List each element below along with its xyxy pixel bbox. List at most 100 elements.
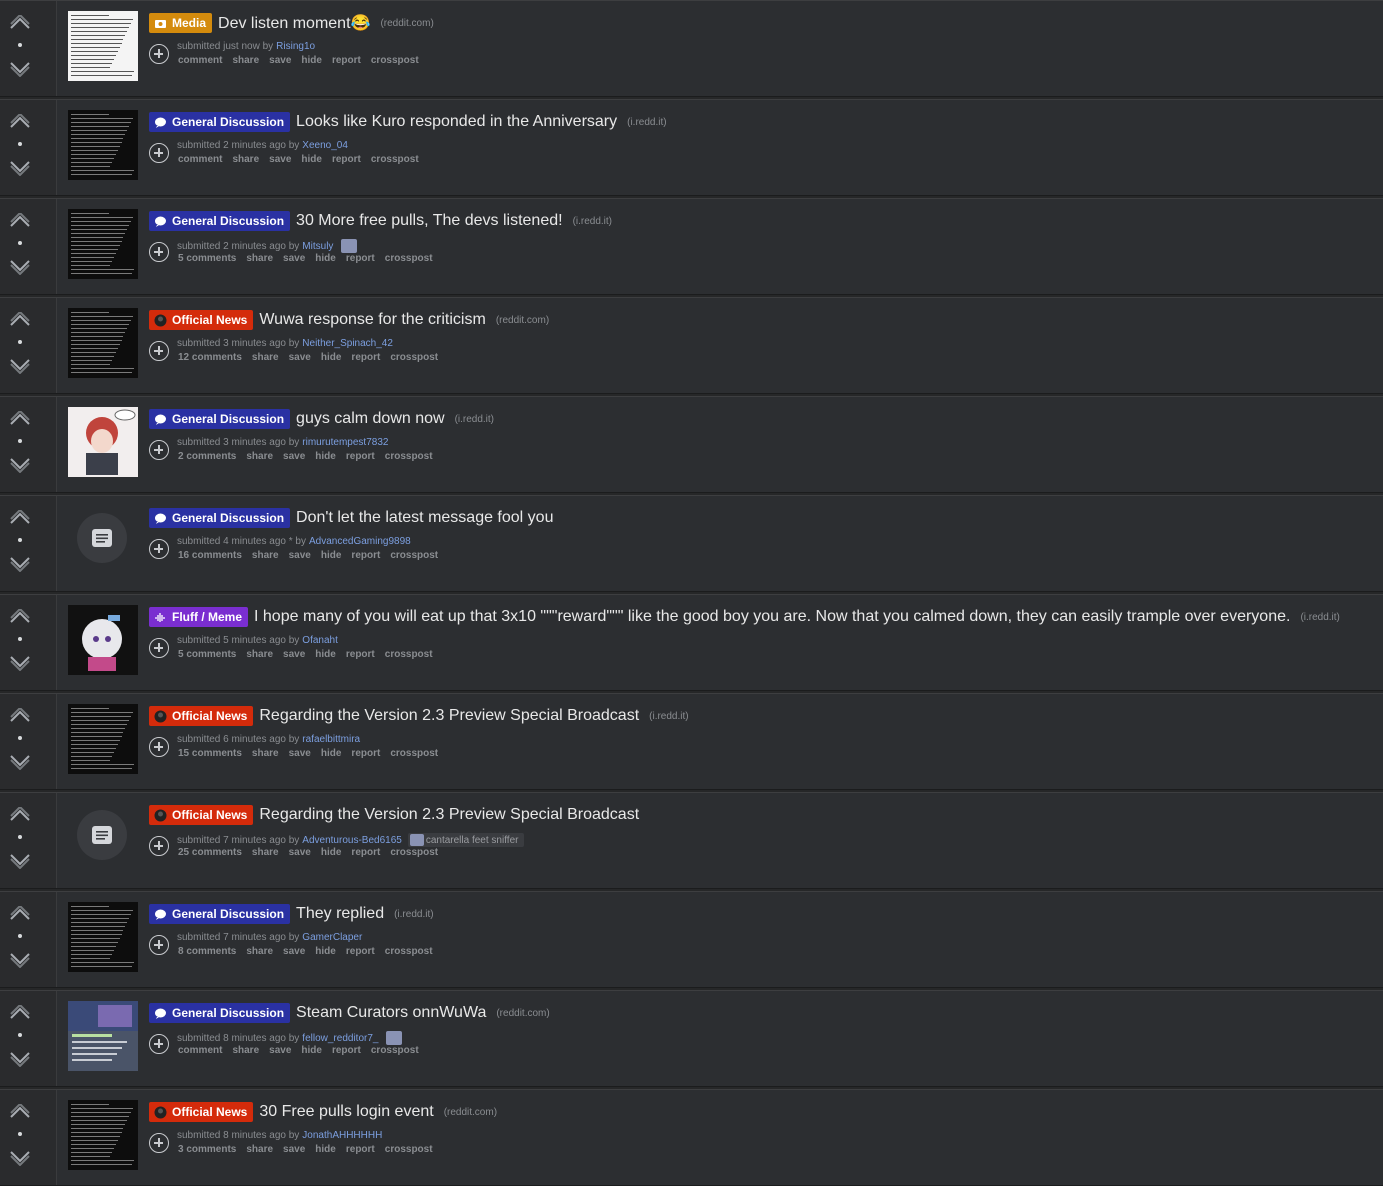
self-post-icon[interactable] [77,513,127,563]
report-button[interactable]: report [346,253,375,264]
report-button[interactable]: report [351,847,380,858]
share-button[interactable]: share [246,649,273,660]
post-domain[interactable]: (i.redd.it) [649,711,688,722]
post-title[interactable]: I hope many of you will eat up that 3x10… [254,608,1290,626]
downvote-icon[interactable] [9,61,31,78]
post-flair[interactable]: Official News [149,1102,254,1122]
hide-button[interactable]: hide [315,649,336,660]
post-thumbnail[interactable] [68,704,138,774]
downvote-icon[interactable] [9,655,31,672]
post-domain[interactable]: (reddit.com) [444,1107,497,1118]
upvote-icon[interactable] [9,409,31,425]
downvote-icon[interactable] [9,754,31,771]
downvote-icon[interactable] [9,952,31,969]
comments-link[interactable]: 25 comments [178,847,242,858]
post-flair[interactable]: Official News [149,310,254,330]
post-author-link[interactable]: Adventurous-Bed6165 [302,835,402,846]
downvote-icon[interactable] [9,457,31,474]
report-button[interactable]: report [351,352,380,363]
upvote-icon[interactable] [9,607,31,623]
self-post-icon[interactable] [77,810,127,860]
post-thumbnail[interactable] [68,407,138,477]
comments-link[interactable]: 8 comments [178,946,236,957]
post-domain[interactable]: (i.redd.it) [1300,612,1339,623]
post-thumbnail[interactable] [68,1001,138,1071]
post-author-link[interactable]: Neither_Spinach_42 [302,338,393,349]
post-thumbnail[interactable] [68,1100,138,1170]
report-button[interactable]: report [332,1045,361,1056]
crosspost-button[interactable]: crosspost [390,352,438,363]
expand-plus-icon[interactable] [149,341,169,361]
crosspost-button[interactable]: crosspost [371,55,419,66]
share-button[interactable]: share [252,748,279,759]
comments-link[interactable]: comment [178,154,222,165]
downvote-icon[interactable] [9,358,31,375]
report-button[interactable]: report [332,154,361,165]
post-domain[interactable]: (reddit.com) [496,1008,549,1019]
hide-button[interactable]: hide [315,253,336,264]
share-button[interactable]: share [252,352,279,363]
post-flair[interactable]: General Discussion [149,112,291,132]
post-title[interactable]: They replied [296,905,384,923]
crosspost-button[interactable]: crosspost [385,649,433,660]
post-domain[interactable]: (i.redd.it) [573,216,612,227]
crosspost-button[interactable]: crosspost [390,748,438,759]
crosspost-button[interactable]: crosspost [385,451,433,462]
report-button[interactable]: report [346,946,375,957]
comments-link[interactable]: 2 comments [178,451,236,462]
report-button[interactable]: report [332,55,361,66]
expand-plus-icon[interactable] [149,242,169,262]
save-button[interactable]: save [283,253,305,264]
save-button[interactable]: save [289,550,311,561]
crosspost-button[interactable]: crosspost [390,847,438,858]
post-thumbnail[interactable] [68,11,138,81]
expand-plus-icon[interactable] [149,143,169,163]
post-title[interactable]: Dev listen moment😂 [218,13,370,33]
expand-plus-icon[interactable] [149,1133,169,1153]
post-title[interactable]: Don't let the latest message fool you [296,509,553,527]
share-button[interactable]: share [232,1045,259,1056]
post-domain[interactable]: (i.redd.it) [627,117,666,128]
post-thumbnail[interactable] [68,110,138,180]
save-button[interactable]: save [269,154,291,165]
save-button[interactable]: save [283,946,305,957]
report-button[interactable]: report [351,748,380,759]
post-thumbnail[interactable] [68,605,138,675]
post-author-link[interactable]: JonathAHHHHHH [302,1130,382,1141]
post-thumbnail[interactable] [68,902,138,972]
save-button[interactable]: save [269,1045,291,1056]
post-flair[interactable]: General Discussion [149,211,291,231]
report-button[interactable]: report [346,649,375,660]
save-button[interactable]: save [289,847,311,858]
post-title[interactable]: 30 Free pulls login event [259,1103,433,1121]
post-title[interactable]: Steam Curators onnWuWa [296,1004,486,1022]
hide-button[interactable]: hide [321,847,342,858]
post-author-link[interactable]: GamerClaper [302,932,362,943]
post-flair[interactable]: General Discussion [149,904,291,924]
upvote-icon[interactable] [9,1102,31,1118]
crosspost-button[interactable]: crosspost [390,550,438,561]
post-flair[interactable]: Fluff / Meme [149,607,249,627]
save-button[interactable]: save [283,451,305,462]
post-domain[interactable]: (i.redd.it) [455,414,494,425]
hide-button[interactable]: hide [321,550,342,561]
share-button[interactable]: share [252,550,279,561]
crosspost-button[interactable]: crosspost [371,154,419,165]
crosspost-button[interactable]: crosspost [371,1045,419,1056]
upvote-icon[interactable] [9,112,31,128]
share-button[interactable]: share [246,946,273,957]
crosspost-button[interactable]: crosspost [385,946,433,957]
downvote-icon[interactable] [9,160,31,177]
upvote-icon[interactable] [9,805,31,821]
post-flair[interactable]: General Discussion [149,409,291,429]
comments-link[interactable]: 16 comments [178,550,242,561]
upvote-icon[interactable] [9,1003,31,1019]
downvote-icon[interactable] [9,556,31,573]
post-author-link[interactable]: Ofanaht [302,635,338,646]
post-domain[interactable]: (reddit.com) [380,18,433,29]
post-title[interactable]: Regarding the Version 2.3 Preview Specia… [259,806,639,824]
expand-plus-icon[interactable] [149,935,169,955]
upvote-icon[interactable] [9,13,31,29]
downvote-icon[interactable] [9,1051,31,1068]
report-button[interactable]: report [351,550,380,561]
